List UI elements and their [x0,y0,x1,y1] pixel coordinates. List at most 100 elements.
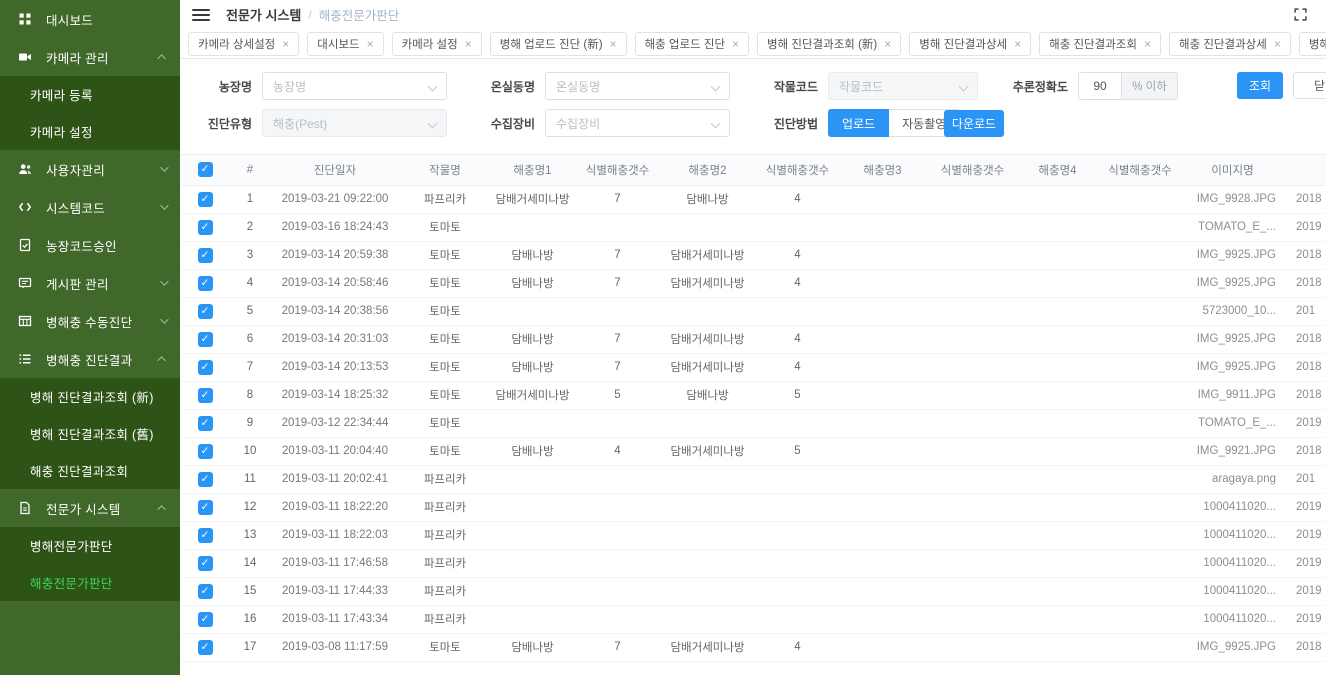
cell: 파프리카 [400,605,490,633]
table-row[interactable]: ✓162019-03-11 17:43:34파프리카1000411020...2… [180,605,1326,633]
device-select[interactable]: 수집장비 [545,109,730,137]
sidebar-item-4[interactable]: 농장코드승인 [0,226,180,264]
table-row[interactable]: ✓172019-03-08 11:17:59토마토담배나방7담배거세미나방4IM… [180,633,1326,661]
table-row[interactable]: ✓12019-03-21 09:22:00파프리카담배거세미나방7담배나방4IM… [180,185,1326,213]
tab-close-icon[interactable]: × [282,38,289,50]
tab-close-icon[interactable]: × [1014,38,1021,50]
tab-label: 해충 진단결과조회 [1049,36,1137,52]
table-row[interactable]: ✓102019-03-11 20:04:40토마토담배나방4담배거세미나방5IM… [180,437,1326,465]
table-row[interactable]: ✓32019-03-14 20:59:38토마토담배나방7담배거세미나방4IMG… [180,241,1326,269]
hamburger-menu-icon[interactable] [192,6,210,24]
table-row[interactable]: ✓92019-03-12 22:34:44토마토TOMATO_E_...2019 [180,409,1326,437]
table-row[interactable]: ✓122019-03-11 18:22:20파프리카1000411020...2… [180,493,1326,521]
greenhouse-select[interactable]: 온실동명 [545,72,730,100]
row-checkbox[interactable]: ✓ [198,332,213,347]
cell [1095,633,1185,661]
cell [660,213,755,241]
cell [575,465,660,493]
row-checkbox[interactable]: ✓ [198,220,213,235]
row-checkbox[interactable]: ✓ [198,612,213,627]
row-checkbox-cell: ✓ [180,213,230,241]
search-button[interactable]: 조회 [1237,72,1283,99]
cell [840,493,925,521]
tab-9[interactable]: 병해전문가판단× [1299,32,1326,56]
table-row[interactable]: ✓22019-03-16 18:24:43토마토TOMATO_E_...2019 [180,213,1326,241]
sidebar-item-6[interactable]: 병해충 수동진단 [0,302,180,340]
tab-1[interactable]: 대시보드× [307,32,383,56]
crop-code-select[interactable]: 작물코드 [828,72,978,100]
sidebar-item-8[interactable]: 전문가 시스템 [0,489,180,527]
cell: 201 [1280,297,1326,325]
cell [575,213,660,241]
sidebar-item-2[interactable]: 사용자관리 [0,150,180,188]
tab-8[interactable]: 해충 진단결과상세× [1169,32,1291,56]
sidebar-subitem-8-0[interactable]: 병해전문가판단 [0,527,180,564]
tab-3[interactable]: 병해 업로드 진단 (新)× [490,32,627,56]
row-checkbox[interactable]: ✓ [198,472,213,487]
tab-close-icon[interactable]: × [732,38,739,50]
sidebar-item-7[interactable]: 병해충 진단결과 [0,340,180,378]
close-button[interactable]: 닫기 [1293,72,1326,99]
cell [925,521,1020,549]
fullscreen-icon[interactable] [1293,7,1308,22]
row-checkbox[interactable]: ✓ [198,388,213,403]
sidebar-subitem-7-0[interactable]: 병해 진단결과조회 (新) [0,378,180,415]
tab-2[interactable]: 카메라 설정× [392,32,482,56]
tab-5[interactable]: 병해 진단결과조회 (新)× [757,32,901,56]
row-checkbox[interactable]: ✓ [198,304,213,319]
row-checkbox[interactable]: ✓ [198,528,213,543]
tab-7[interactable]: 해충 진단결과조회 × [1039,32,1161,56]
tab-close-icon[interactable]: × [610,38,617,50]
row-checkbox[interactable]: ✓ [198,416,213,431]
download-button[interactable]: 다운로드 [944,110,1004,137]
row-checkbox[interactable]: ✓ [198,444,213,459]
row-checkbox[interactable]: ✓ [198,248,213,263]
row-checkbox[interactable]: ✓ [198,584,213,599]
row-checkbox[interactable]: ✓ [198,360,213,375]
table-row[interactable]: ✓82019-03-14 18:25:32토마토담배거세미나방5담배나방5IMG… [180,381,1326,409]
row-checkbox[interactable]: ✓ [198,500,213,515]
sidebar-subitem-7-2[interactable]: 해충 진단결과조회 [0,452,180,489]
cell: 담배나방 [490,269,575,297]
sidebar-subitem-8-1[interactable]: 해충전문가판단 [0,564,180,601]
accuracy-input[interactable] [1078,72,1122,100]
table-row[interactable]: ✓52019-03-14 20:38:56토마토5723000_10...201 [180,297,1326,325]
sidebar-subitem-7-1[interactable]: 병해 진단결과조회 (舊) [0,415,180,452]
tab-close-icon[interactable]: × [1144,38,1151,50]
cell: TOMATO_E_... [1185,409,1280,437]
select-all-checkbox[interactable]: ✓ [198,162,213,177]
row-checkbox[interactable]: ✓ [198,192,213,207]
row-checkbox[interactable]: ✓ [198,640,213,655]
table-row[interactable]: ✓142019-03-11 17:46:58파프리카1000411020...2… [180,549,1326,577]
column-header-3: 해충명1 [490,155,575,185]
sidebar-item-5[interactable]: 게시판 관리 [0,264,180,302]
tab-close-icon[interactable]: × [367,38,374,50]
table-row[interactable]: ✓42019-03-14 20:58:46토마토담배나방7담배거세미나방4IMG… [180,269,1326,297]
sidebar-item-0[interactable]: 대시보드 [0,0,180,38]
cell: 토마토 [400,409,490,437]
sidebar-item-3[interactable]: 시스템코드 [0,188,180,226]
tab-6[interactable]: 병해 진단결과상세× [909,32,1031,56]
table-row[interactable]: ✓132019-03-11 18:22:03파프리카1000411020...2… [180,521,1326,549]
table-row[interactable]: ✓152019-03-11 17:44:33파프리카1000411020...2… [180,577,1326,605]
sidebar-item-1[interactable]: 카메라 관리 [0,38,180,76]
cell [840,605,925,633]
diagnosis-type-select[interactable]: 해충(Pest) [262,109,447,137]
row-checkbox[interactable]: ✓ [198,276,213,291]
table-row[interactable]: ✓112019-03-11 20:02:41파프리카aragaya.png201 [180,465,1326,493]
tab-close-icon[interactable]: × [884,38,891,50]
method-upload-button[interactable]: 업로드 [828,109,889,137]
sidebar-subitem-1-1[interactable]: 카메라 설정 [0,113,180,150]
cell [490,213,575,241]
tab-0[interactable]: 카메라 상세설정× [188,32,299,56]
tab-4[interactable]: 해충 업로드 진단× [635,32,749,56]
farm-name-select[interactable]: 농장명 [262,72,447,100]
sidebar-subitem-1-0[interactable]: 카메라 등록 [0,76,180,113]
tab-close-icon[interactable]: × [1274,38,1281,50]
cell [925,605,1020,633]
table-row[interactable]: ✓72019-03-14 20:13:53토마토담배나방7담배거세미나방4IMG… [180,353,1326,381]
row-checkbox[interactable]: ✓ [198,556,213,571]
tab-close-icon[interactable]: × [465,38,472,50]
cell: 토마토 [400,241,490,269]
table-row[interactable]: ✓62019-03-14 20:31:03토마토담배나방7담배거세미나방4IMG… [180,325,1326,353]
